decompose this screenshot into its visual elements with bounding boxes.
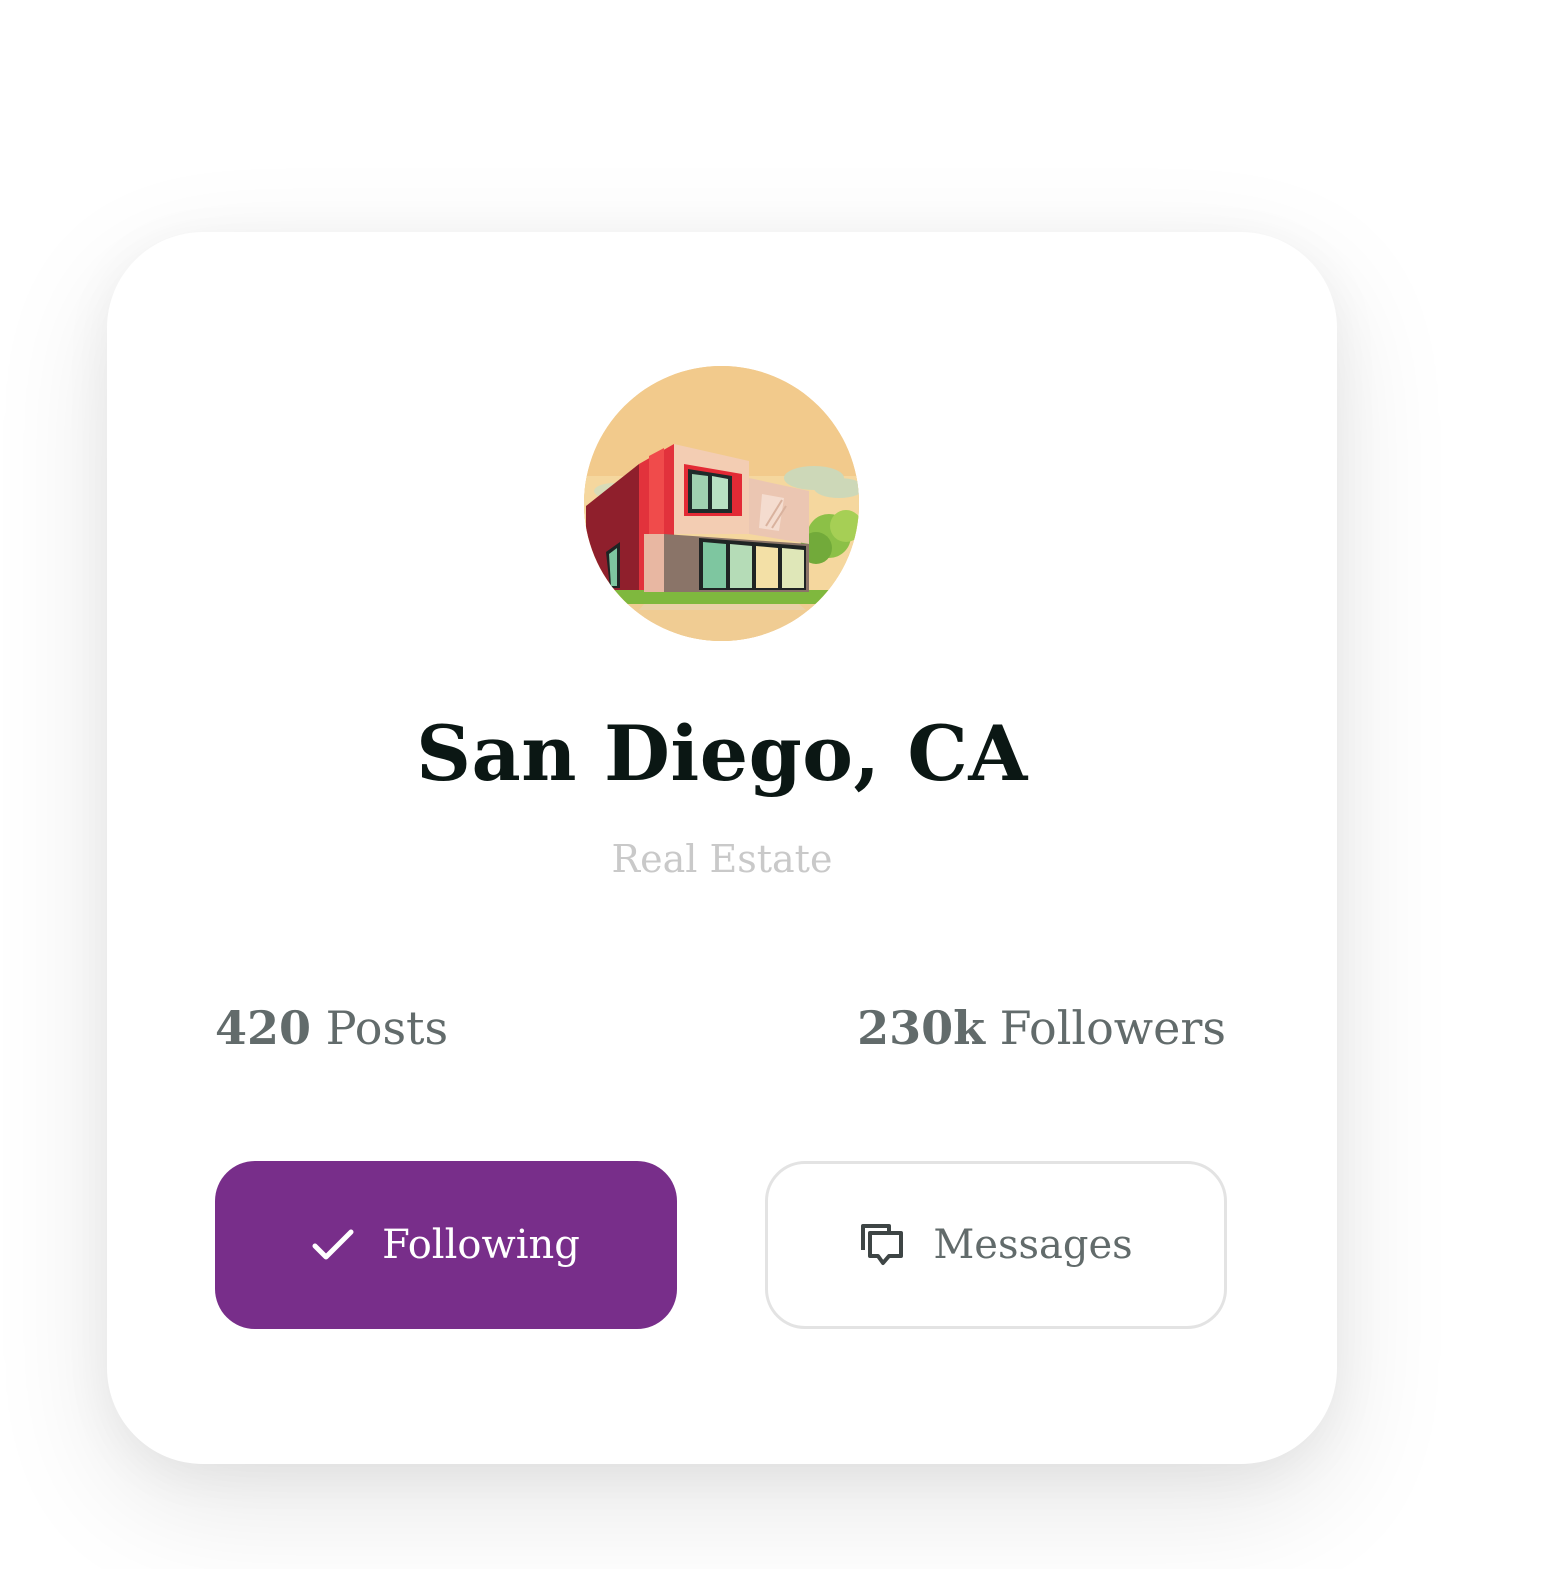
profile-card: San Diego, CA Real Estate 420 Posts 230k…	[107, 232, 1337, 1464]
page-title: San Diego, CA	[416, 709, 1028, 798]
followers-stat[interactable]: 230k Followers	[857, 998, 1226, 1058]
posts-stat[interactable]: 420 Posts	[215, 998, 448, 1058]
chat-bubbles-icon	[859, 1222, 905, 1268]
category-label: Real Estate	[611, 837, 833, 881]
messages-label: Messages	[933, 1222, 1133, 1268]
checkmark-icon	[312, 1229, 354, 1261]
avatar[interactable]	[584, 366, 859, 641]
posts-label: Posts	[325, 1001, 449, 1055]
following-label: Following	[382, 1222, 580, 1268]
following-button[interactable]: Following	[215, 1161, 677, 1329]
messages-button[interactable]: Messages	[765, 1161, 1227, 1329]
posts-count: 420	[215, 1001, 312, 1055]
house-illustration-icon	[584, 366, 859, 641]
followers-label: Followers	[999, 1001, 1226, 1055]
followers-count: 230k	[857, 1001, 985, 1055]
